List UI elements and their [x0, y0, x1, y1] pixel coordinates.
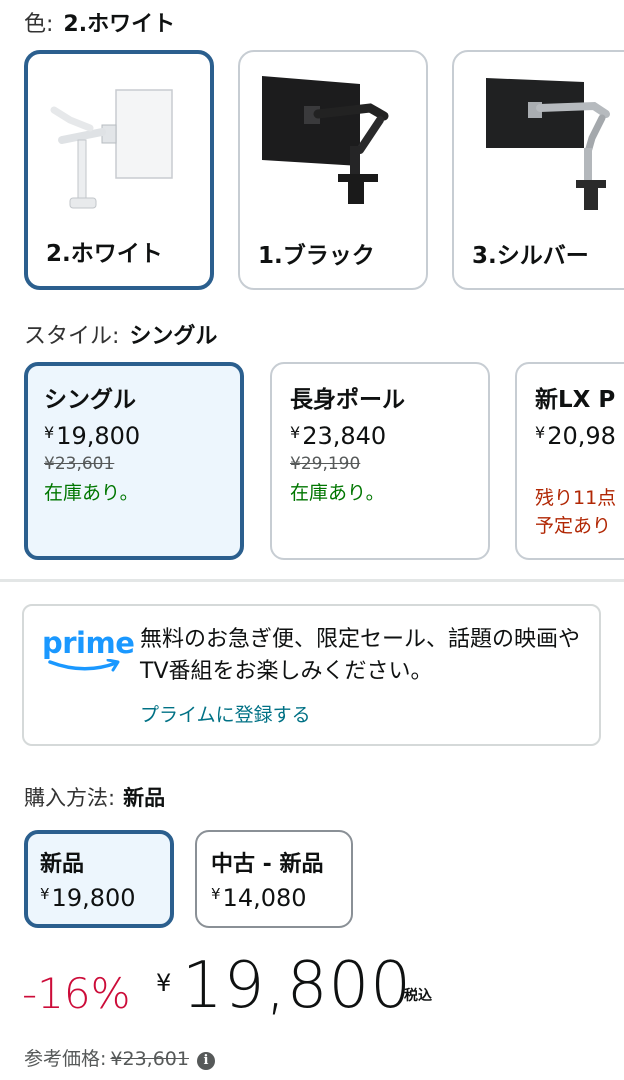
tax-included-label: 税込 — [404, 988, 432, 1004]
style-option-price: ¥20,98 — [535, 422, 624, 450]
style-option-tall-pole[interactable]: 長身ポール ¥23,840 ¥29,190 在庫あり。 — [270, 362, 490, 560]
reference-price-value: ¥23,601 — [110, 1048, 189, 1070]
color-option-label: 2.ホワイト — [46, 241, 163, 267]
price-value: 19,800 — [56, 422, 141, 450]
prime-promo-box: prime 無料のお急ぎ便、限定セール、話題の映画やTV番組をお楽しみください。… — [22, 604, 601, 746]
style-label-row: スタイル: シングル — [24, 318, 217, 350]
main-price: 19,800 — [182, 949, 412, 1023]
prime-logo: prime — [42, 626, 135, 676]
style-option-name: シングル — [44, 387, 136, 413]
price-value: 14,080 — [222, 884, 307, 912]
yen-symbol: ¥ — [535, 423, 546, 442]
style-option-list-price: ¥29,190 — [290, 454, 361, 474]
low-stock-line-2: 予定あり — [535, 515, 612, 537]
stock-status: 在庫あり。 — [290, 482, 385, 504]
discount-percent: -16% — [22, 969, 131, 1018]
price-value: 19,800 — [51, 884, 136, 912]
price-value: 20,98 — [547, 422, 616, 450]
color-option-label: 1.ブラック — [258, 243, 375, 269]
color-selected-value: 2.ホワイト — [63, 12, 176, 37]
yen-symbol: ¥ — [211, 885, 221, 903]
purchase-option-new[interactable]: 新品 ¥19,800 — [24, 830, 174, 928]
purchase-option-name: 新品 — [40, 852, 85, 877]
purchase-option-price: ¥14,080 — [211, 884, 337, 912]
yen-symbol: ¥ — [156, 969, 172, 997]
prime-logo-text: prime — [42, 626, 135, 660]
style-option-price: ¥19,800 — [44, 422, 224, 450]
color-label: 色: — [24, 12, 54, 37]
color-option-silver[interactable]: 3.シルバー — [452, 50, 624, 290]
style-selected-value: シングル — [129, 324, 218, 349]
yen-symbol: ¥ — [40, 885, 50, 903]
style-option-new-lx[interactable]: 新LX P ¥20,98 残り11点 予定あり — [515, 362, 624, 560]
style-label: スタイル: — [24, 324, 120, 349]
style-option-price: ¥23,840 — [290, 422, 470, 450]
prime-signup-link[interactable]: プライムに登録する — [140, 700, 311, 727]
color-option-label: 3.シルバー — [472, 243, 589, 269]
purchase-label: 購入方法: — [24, 786, 116, 810]
purchase-label-row: 購入方法: 新品 — [24, 782, 165, 812]
yen-symbol: ¥ — [290, 423, 301, 442]
style-option-single[interactable]: シングル ¥19,800 ¥23,601 在庫あり。 — [24, 362, 244, 560]
section-divider — [0, 579, 624, 582]
color-label-row: 色: 2.ホワイト — [24, 6, 175, 38]
prime-message: 無料のお急ぎ便、限定セール、話題の映画やTV番組をお楽しみください。 — [140, 627, 581, 684]
purchase-option-used-new[interactable]: 中古 - 新品 ¥14,080 — [195, 830, 353, 928]
low-stock-line-1: 残り11点 — [535, 487, 617, 509]
color-option-black[interactable]: 1.ブラック — [238, 50, 428, 290]
black-monitor-arm-image — [262, 76, 389, 204]
purchase-selected-value: 新品 — [123, 786, 166, 810]
purchase-option-name: 中古 - 新品 — [211, 852, 324, 877]
price-value: 23,840 — [302, 422, 387, 450]
info-icon[interactable]: i — [196, 1052, 215, 1070]
color-option-white[interactable]: 2.ホワイト — [24, 50, 214, 290]
white-monitor-arm-image — [50, 89, 173, 209]
style-option-name: 長身ポール — [290, 387, 405, 413]
stock-status: 在庫あり。 — [44, 482, 139, 504]
prime-smile-icon — [48, 659, 120, 672]
silver-monitor-arm-image — [486, 78, 610, 210]
style-option-name: 新LX P — [535, 387, 616, 413]
purchase-option-price: ¥19,800 — [40, 884, 158, 912]
reference-price-label: 参考価格: — [24, 1048, 107, 1070]
reference-price-row: 参考価格: ¥23,601 i — [24, 1044, 215, 1071]
yen-symbol: ¥ — [44, 423, 55, 442]
style-option-list-price: ¥23,601 — [44, 454, 115, 474]
